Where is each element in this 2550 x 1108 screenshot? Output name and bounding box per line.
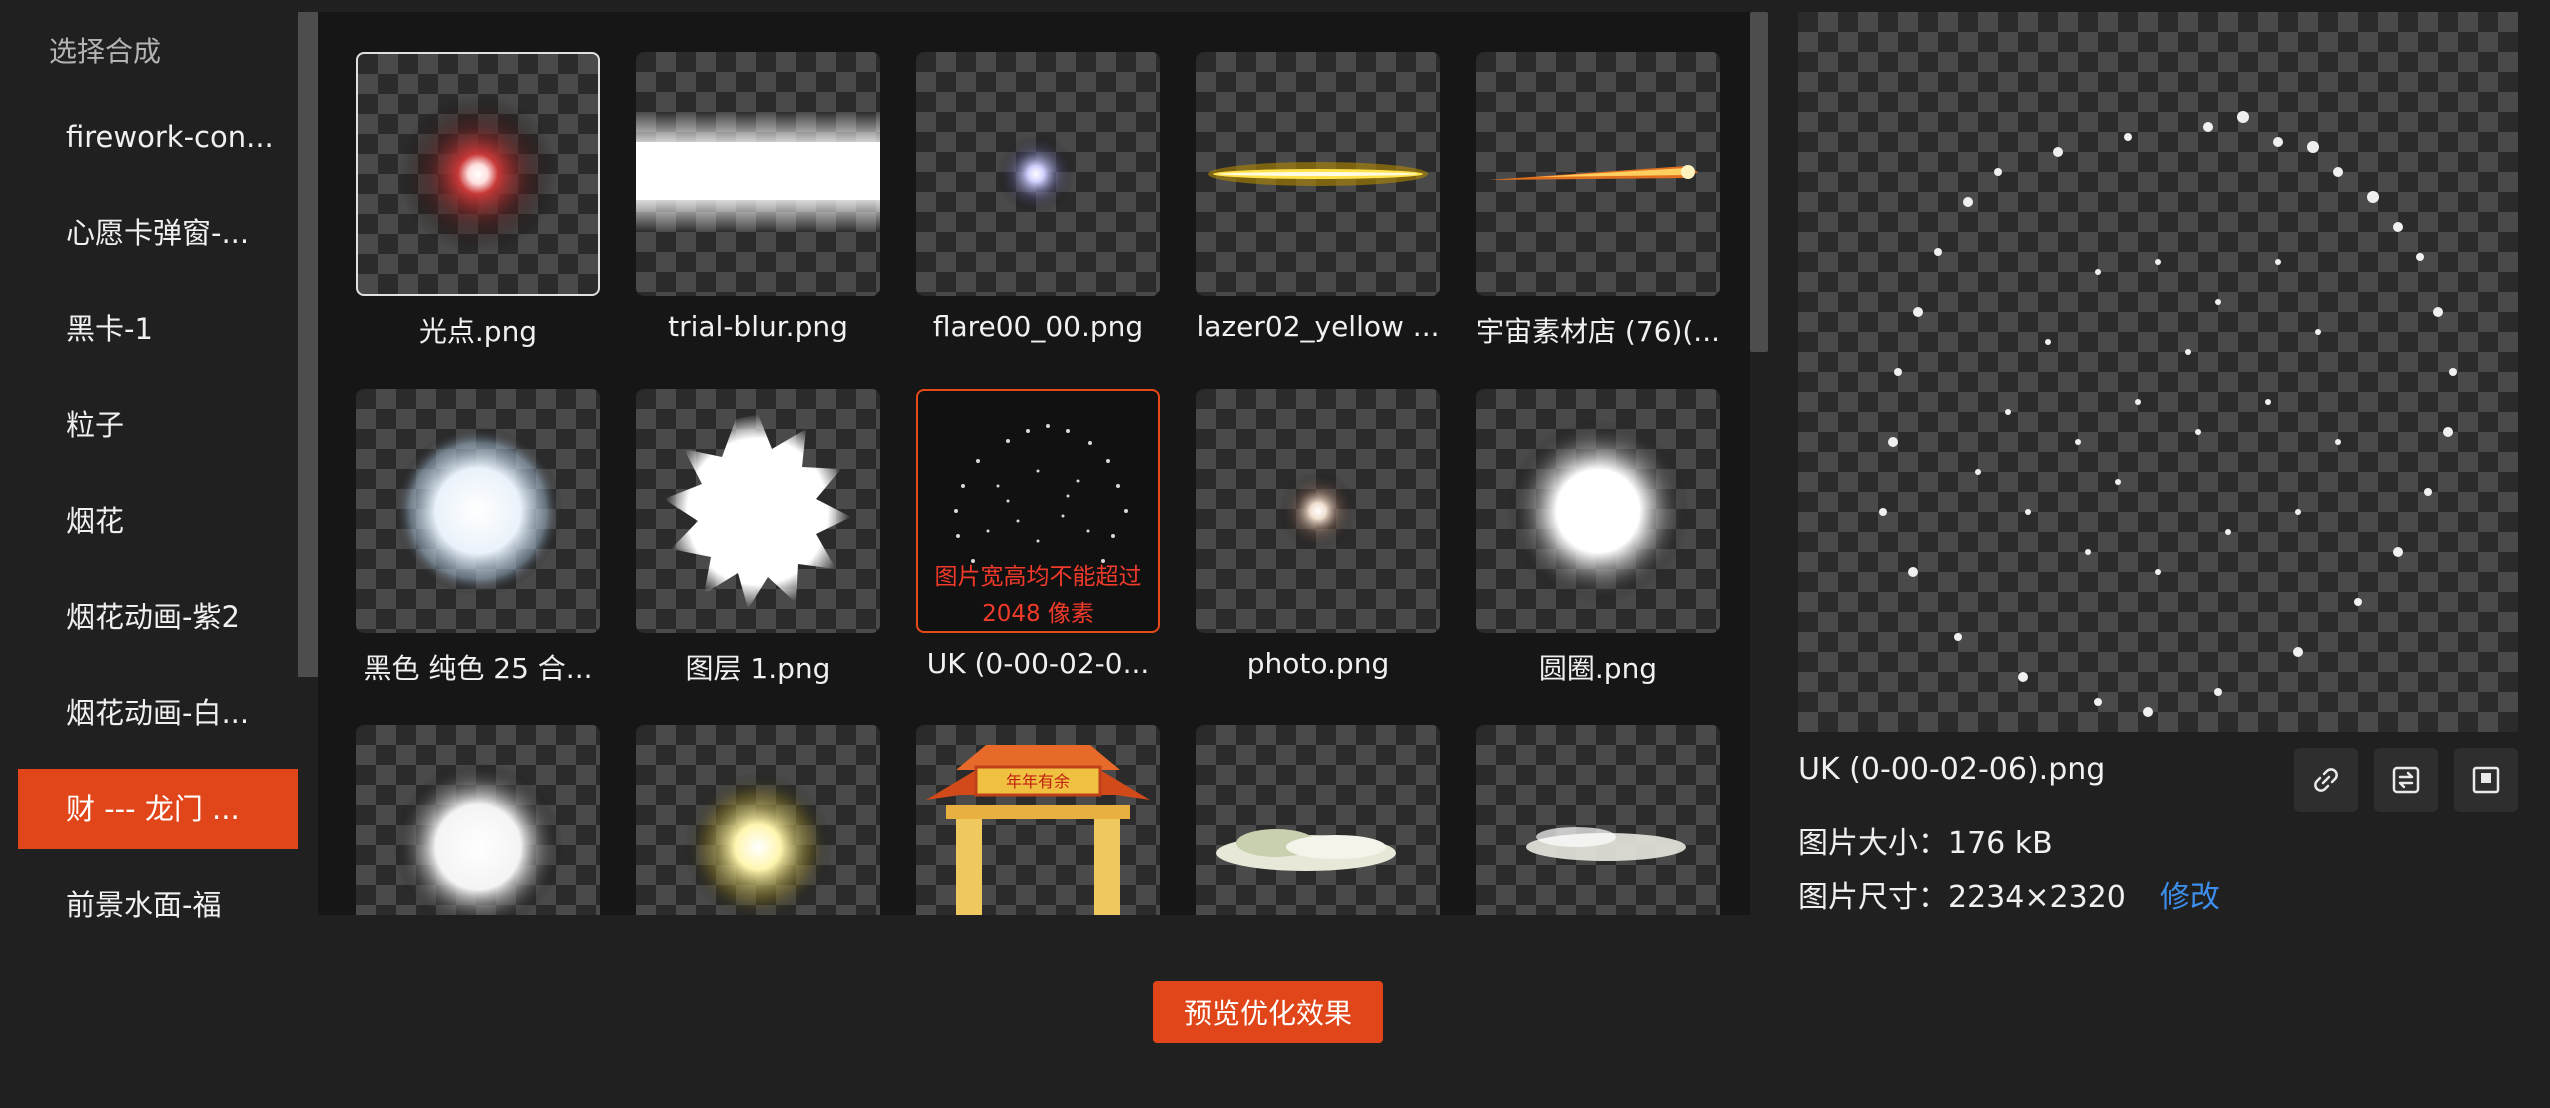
dimensions-label: 图片尺寸：	[1798, 880, 1948, 915]
asset-caption: UK (0-00-02-0...	[926, 647, 1150, 680]
photo-glow-image	[1278, 471, 1358, 551]
asset-tile[interactable]: 宇宙素材店 (76)(...	[1476, 52, 1720, 350]
asset-caption: 圆圈.png	[1538, 652, 1658, 685]
asset-thumbnail-oversize: 图片宽高均不能超过 2048 像素	[916, 389, 1160, 633]
cloud-image	[1216, 829, 1396, 871]
asset-tile[interactable]: 图片宽高均不能超过 2048 像素 UK (0-00-02-0...	[916, 389, 1160, 680]
asset-tile[interactable]: 光点.png	[356, 52, 600, 350]
asset-thumbnail	[1476, 725, 1720, 915]
preview-optimization-button[interactable]: 预览优化效果	[1153, 981, 1383, 1043]
arch-plaque-text: 年年有余	[1006, 772, 1070, 791]
circle-glow-image	[1506, 419, 1690, 603]
asset-thumbnail	[1196, 725, 1440, 915]
asset-caption: 光点.png	[418, 315, 538, 348]
asset-tile[interactable]: 年年有余	[916, 725, 1160, 915]
asset-tile[interactable]	[636, 725, 880, 915]
asset-thumbnail	[1196, 52, 1440, 296]
image-preview	[1798, 12, 2518, 732]
modify-link[interactable]: 修改	[2160, 880, 2220, 915]
glow-dot-image	[398, 94, 558, 254]
starburst-image	[664, 414, 851, 609]
oversize-warning: 图片宽高均不能超过 2048 像素	[934, 564, 1142, 627]
blur-band-image	[636, 112, 880, 232]
sidebar-item[interactable]: firework-con...	[18, 97, 298, 177]
particle-preview-image	[1879, 111, 2457, 717]
sidebar-item[interactable]: 烟花动画-白...	[18, 673, 298, 753]
frame-icon	[2472, 766, 2500, 794]
file-size-label: 图片大小：	[1798, 826, 1948, 861]
file-size-row: 图片大小：176 kB	[1798, 818, 2053, 862]
asset-caption: lazer02_yellow ...	[1196, 310, 1440, 343]
composition-sidebar: 选择合成 firework-con... 心愿卡弹窗-... 黑卡-1 粒子 烟…	[0, 0, 298, 920]
selected-file-name: UK (0-00-02-06).png	[1798, 752, 2106, 787]
asset-tile[interactable]: photo.png	[1196, 389, 1440, 680]
asset-thumbnail	[1476, 52, 1720, 296]
image-dimensions-row: 图片尺寸：2234×2320 修改	[1798, 872, 2220, 916]
orange-streak-image	[1488, 165, 1698, 180]
asset-caption: 黑色 纯色 25 合...	[363, 652, 593, 685]
asset-grid: 光点.png trial-blur.png flare00_00.png laz…	[318, 12, 1750, 915]
swap-icon	[2392, 766, 2420, 794]
asset-tile[interactable]: 圆圈.png	[1476, 389, 1720, 687]
asset-tile[interactable]	[1196, 725, 1440, 915]
asset-thumbnail	[1476, 389, 1720, 633]
sidebar-item[interactable]: 粒子	[18, 385, 298, 465]
asset-thumbnail	[636, 725, 880, 915]
white-blob-image	[393, 762, 563, 915]
asset-caption: photo.png	[1246, 647, 1390, 680]
gate-arch-image: 年年有余	[926, 745, 1150, 915]
sidebar-scrollbar[interactable]	[298, 12, 318, 677]
file-size-value: 176 kB	[1948, 826, 2053, 861]
yellow-glow-image	[683, 772, 833, 915]
asset-tile[interactable]: 图层 1.png	[636, 389, 880, 687]
asset-tile[interactable]	[1476, 725, 1720, 915]
asset-thumbnail: 年年有余	[916, 725, 1160, 915]
sidebar-item[interactable]: 前景水面-福	[18, 865, 298, 920]
sidebar-item[interactable]: 心愿卡弹窗-...	[18, 193, 298, 273]
asset-thumbnail	[356, 725, 600, 915]
sidebar-item[interactable]: 烟花动画-紫2	[18, 577, 298, 657]
asset-thumbnail	[916, 52, 1160, 296]
grid-scrollbar[interactable]	[1750, 12, 1768, 352]
asset-thumbnail	[636, 52, 880, 296]
asset-thumbnail	[356, 52, 600, 296]
asset-tile[interactable]: flare00_00.png	[916, 52, 1160, 343]
asset-caption: flare00_00.png	[932, 310, 1144, 343]
asset-tile[interactable]: trial-blur.png	[636, 52, 880, 343]
link-icon	[2314, 768, 2338, 792]
soft-glow-image	[393, 426, 563, 596]
asset-tile[interactable]: 黑色 纯色 25 合...	[356, 389, 600, 687]
sidebar-item[interactable]: 黑卡-1	[18, 289, 298, 369]
sidebar-item-active[interactable]: 财 --- 龙门 ...	[18, 769, 298, 849]
yellow-laser-image	[1208, 162, 1428, 186]
dimensions-value: 2234×2320	[1948, 880, 2126, 915]
asset-tile[interactable]: lazer02_yellow ...	[1196, 52, 1440, 343]
asset-caption: 宇宙素材店 (76)(...	[1476, 315, 1720, 348]
flare-image	[996, 134, 1076, 214]
sidebar-item[interactable]: 烟花	[18, 481, 298, 561]
sidebar-title: 选择合成	[49, 35, 162, 68]
asset-tile[interactable]	[356, 725, 600, 915]
asset-thumbnail	[636, 389, 880, 633]
mist-image	[1526, 827, 1686, 861]
asset-caption: trial-blur.png	[668, 310, 848, 343]
copy-link-button[interactable]	[2294, 748, 2358, 812]
locate-layer-button[interactable]	[2454, 748, 2518, 812]
replace-image-button[interactable]	[2374, 748, 2438, 812]
asset-thumbnail	[356, 389, 600, 633]
asset-caption: 图层 1.png	[685, 652, 831, 685]
asset-thumbnail	[1196, 389, 1440, 633]
